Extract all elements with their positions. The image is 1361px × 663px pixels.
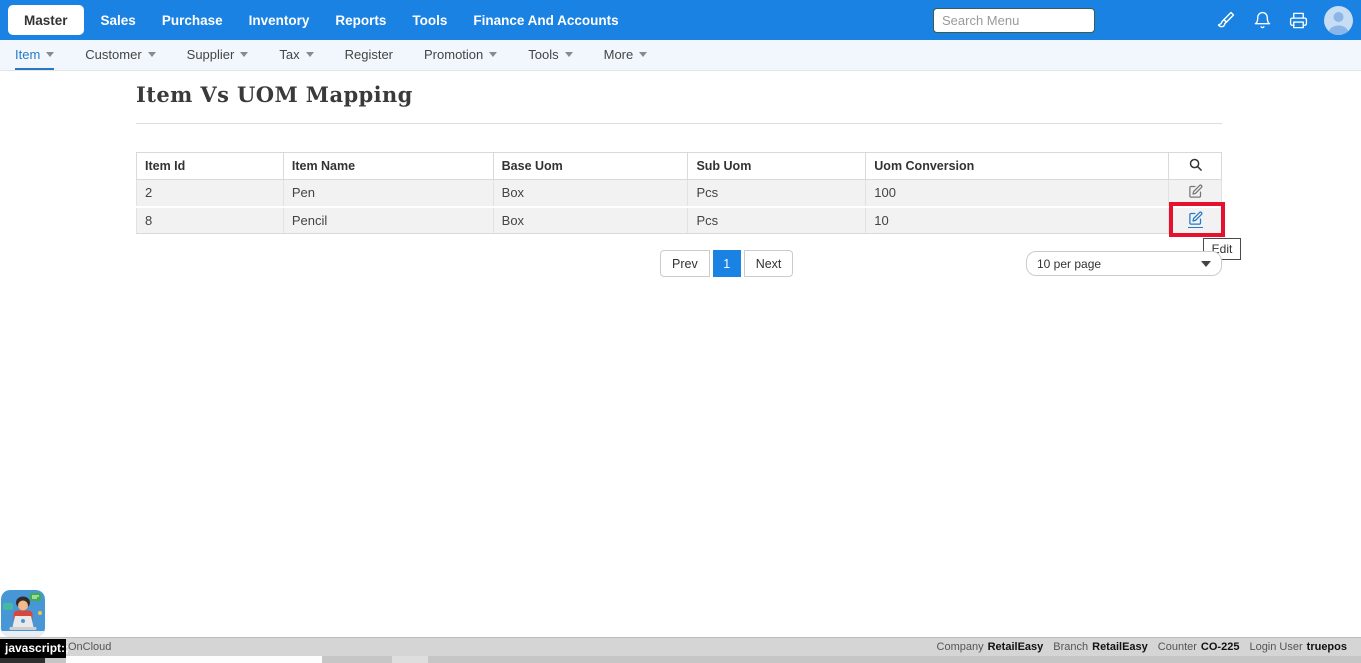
edit-icon <box>1188 211 1203 226</box>
col-header-uom-conversion: Uom Conversion <box>866 153 1169 180</box>
table-header-row: Item Id Item Name Base Uom Sub Uom Uom C… <box>137 153 1222 180</box>
paintbrush-icon[interactable] <box>1216 10 1236 30</box>
chevron-down-icon <box>240 52 248 57</box>
support-chat-image[interactable] <box>1 590 45 637</box>
chevron-down-icon <box>639 52 647 57</box>
chevron-down-icon <box>148 52 156 57</box>
subnav-item-more[interactable]: More <box>604 40 648 70</box>
subnav-item-promotion[interactable]: Promotion <box>424 40 497 70</box>
cell-item-id: 2 <box>137 180 284 207</box>
taskbar-segment <box>66 656 322 663</box>
nav-tab-tools[interactable]: Tools <box>399 0 460 40</box>
nav-tab-finance-and-accounts[interactable]: Finance And Accounts <box>460 0 631 40</box>
printer-icon[interactable] <box>1288 10 1308 30</box>
nav-tab-inventory[interactable]: Inventory <box>236 0 323 40</box>
prev-page-button[interactable]: Prev <box>660 250 710 277</box>
subnav-item-label: Supplier <box>187 47 235 62</box>
status-bar: OnCloud Company RetailEasy Branch Retail… <box>0 637 1361 656</box>
col-header-sub-uom: Sub Uom <box>688 153 866 180</box>
per-page-select[interactable]: 10 per page <box>1026 251 1222 276</box>
subnav-item-label: Tax <box>279 47 299 62</box>
search-icon <box>1188 157 1203 172</box>
subnav-item-label: Register <box>345 47 393 62</box>
table-row: 2 Pen Box Pcs 100 <box>137 180 1222 207</box>
col-header-search[interactable] <box>1169 153 1222 180</box>
login-user-value: truepos <box>1307 641 1347 653</box>
subnav-item-supplier[interactable]: Supplier <box>187 40 249 70</box>
nav-tab-master[interactable]: Master <box>8 5 84 35</box>
chevron-down-icon <box>306 52 314 57</box>
per-page-value: 10 per page <box>1037 257 1101 271</box>
edit-icon <box>1188 184 1203 199</box>
cell-item-id: 8 <box>137 207 284 234</box>
counter-value: CO-225 <box>1201 641 1240 653</box>
chevron-down-icon <box>489 52 497 57</box>
company-info: Company RetailEasy <box>937 641 1044 653</box>
search-menu-input[interactable] <box>933 8 1095 33</box>
counter-info: Counter CO-225 <box>1158 641 1240 653</box>
chevron-down-icon <box>565 52 573 57</box>
company-label: Company <box>937 641 984 653</box>
app-screen: Master Sales Purchase Inventory Reports … <box>0 0 1361 663</box>
subnav-item-customer[interactable]: Customer <box>85 40 155 70</box>
company-value: RetailEasy <box>988 641 1044 653</box>
topnav-right-group <box>933 0 1353 40</box>
top-navbar: Master Sales Purchase Inventory Reports … <box>0 0 1361 40</box>
col-header-item-id: Item Id <box>137 153 284 180</box>
cell-base-uom: Box <box>493 180 688 207</box>
subnav-item-tools[interactable]: Tools <box>528 40 572 70</box>
branch-value: RetailEasy <box>1092 641 1148 653</box>
chevron-down-icon <box>1201 261 1211 267</box>
subnav-item-label: Tools <box>528 47 558 62</box>
counter-label: Counter <box>1158 641 1197 653</box>
chevron-down-icon <box>46 52 54 57</box>
login-user-info: Login User truepos <box>1249 641 1347 653</box>
cell-sub-uom: Pcs <box>688 207 866 234</box>
cell-sub-uom: Pcs <box>688 180 866 207</box>
page-title: Item Vs UOM Mapping <box>136 82 413 107</box>
subnav-item-label: More <box>604 47 634 62</box>
table-row: 8 Pencil Box Pcs 10 <box>137 207 1222 234</box>
branch-label: Branch <box>1053 641 1088 653</box>
cell-uom-conversion: 100 <box>866 180 1169 207</box>
subnav-item-item[interactable]: Item <box>15 40 54 70</box>
page-number-button[interactable]: 1 <box>713 250 741 277</box>
nav-tab-sales[interactable]: Sales <box>88 0 149 40</box>
user-avatar[interactable] <box>1324 6 1353 35</box>
subnav-item-register[interactable]: Register <box>345 40 393 70</box>
edit-row-button[interactable] <box>1188 184 1203 200</box>
bell-icon[interactable] <box>1252 10 1272 30</box>
edit-row-button-highlighted[interactable] <box>1188 211 1203 228</box>
sub-navbar: Item Customer Supplier Tax Register Prom… <box>0 40 1361 71</box>
link-status-tooltip: javascript:; <box>0 639 66 658</box>
subnav-item-label: Promotion <box>424 47 483 62</box>
title-divider <box>136 123 1222 124</box>
cell-base-uom: Box <box>493 207 688 234</box>
pagination: Prev 1 Next <box>660 250 793 277</box>
cell-item-name: Pen <box>283 180 493 207</box>
col-header-base-uom: Base Uom <box>493 153 688 180</box>
taskbar-segment <box>392 656 428 663</box>
taskbar-sliver <box>0 656 1361 663</box>
oncloud-brand: OnCloud <box>68 641 111 653</box>
col-header-item-name: Item Name <box>283 153 493 180</box>
nav-tab-purchase[interactable]: Purchase <box>149 0 236 40</box>
session-info: Company RetailEasy Branch RetailEasy Cou… <box>937 641 1347 653</box>
subnav-item-label: Customer <box>85 47 141 62</box>
cell-item-name: Pencil <box>283 207 493 234</box>
branch-info: Branch RetailEasy <box>1053 641 1148 653</box>
next-page-button[interactable]: Next <box>744 250 794 277</box>
nav-tab-reports[interactable]: Reports <box>322 0 399 40</box>
login-user-label: Login User <box>1249 641 1302 653</box>
subnav-item-tax[interactable]: Tax <box>279 40 313 70</box>
uom-mapping-table: Item Id Item Name Base Uom Sub Uom Uom C… <box>136 152 1222 234</box>
cell-uom-conversion: 10 <box>866 207 1169 234</box>
subnav-item-label: Item <box>15 47 40 62</box>
